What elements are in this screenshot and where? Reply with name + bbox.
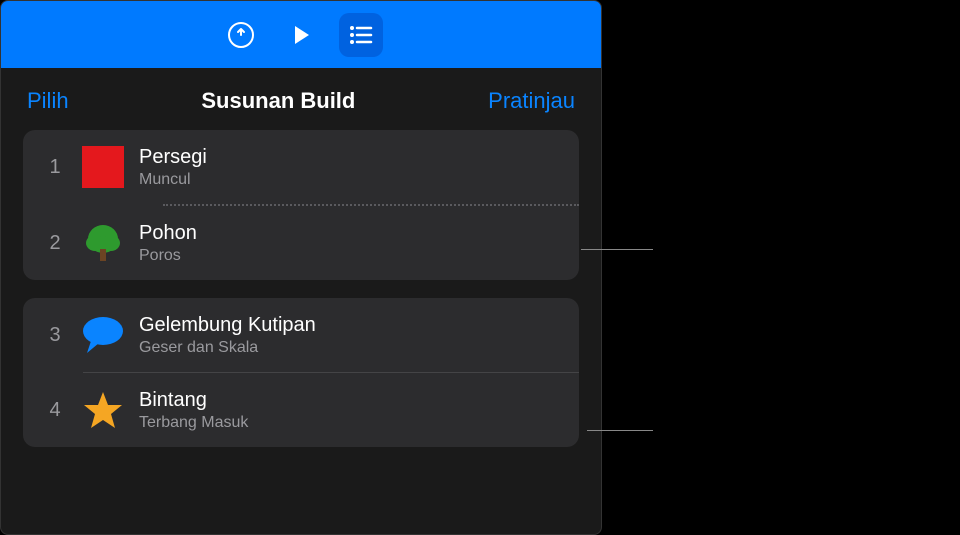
row-number: 4 — [39, 399, 71, 422]
row-subtitle: Muncul — [139, 171, 563, 189]
list-icon — [346, 20, 376, 50]
row-number: 1 — [39, 156, 71, 179]
toolbar — [1, 1, 601, 68]
row-number: 2 — [39, 232, 71, 255]
tree-icon — [79, 219, 127, 267]
play-button[interactable] — [279, 13, 323, 57]
build-row[interactable]: 4 Bintang Terbang Masuk — [23, 373, 579, 447]
speech-bubble-icon — [79, 311, 127, 359]
select-link[interactable]: Pilih — [27, 88, 69, 114]
build-list: 1 Persegi Muncul 2 — [1, 130, 601, 447]
row-subtitle: Geser dan Skala — [139, 339, 563, 357]
build-group: 1 Persegi Muncul 2 — [23, 130, 579, 280]
row-title: Gelembung Kutipan — [139, 314, 563, 337]
row-text: Gelembung Kutipan Geser dan Skala — [139, 314, 563, 357]
row-number: 3 — [39, 324, 71, 347]
list-button[interactable] — [339, 13, 383, 57]
row-title: Bintang — [139, 389, 563, 412]
preview-link[interactable]: Pratinjau — [488, 88, 575, 114]
build-group: 3 Gelembung Kutipan Geser dan Skala 4 — [23, 298, 579, 447]
build-row[interactable]: 3 Gelembung Kutipan Geser dan Skala — [23, 298, 579, 372]
row-title: Persegi — [139, 146, 563, 169]
square-icon — [79, 143, 127, 191]
build-row[interactable]: 2 Pohon Poros — [23, 206, 579, 280]
row-text: Persegi Muncul — [139, 146, 563, 189]
undo-icon — [225, 19, 257, 51]
row-text: Pohon Poros — [139, 222, 563, 265]
subheader: Pilih Susunan Build Pratinjau — [1, 68, 601, 130]
row-subtitle: Terbang Masuk — [139, 414, 563, 432]
undo-button[interactable] — [219, 13, 263, 57]
play-icon — [287, 21, 315, 49]
callout-line — [587, 430, 653, 431]
build-row[interactable]: 1 Persegi Muncul — [23, 130, 579, 204]
row-title: Pohon — [139, 222, 563, 245]
build-order-panel: Pilih Susunan Build Pratinjau 1 Persegi … — [0, 0, 602, 535]
callout-line — [581, 249, 653, 250]
row-text: Bintang Terbang Masuk — [139, 389, 563, 432]
panel-title: Susunan Build — [201, 88, 355, 114]
row-subtitle: Poros — [139, 247, 563, 265]
star-icon — [79, 386, 127, 434]
